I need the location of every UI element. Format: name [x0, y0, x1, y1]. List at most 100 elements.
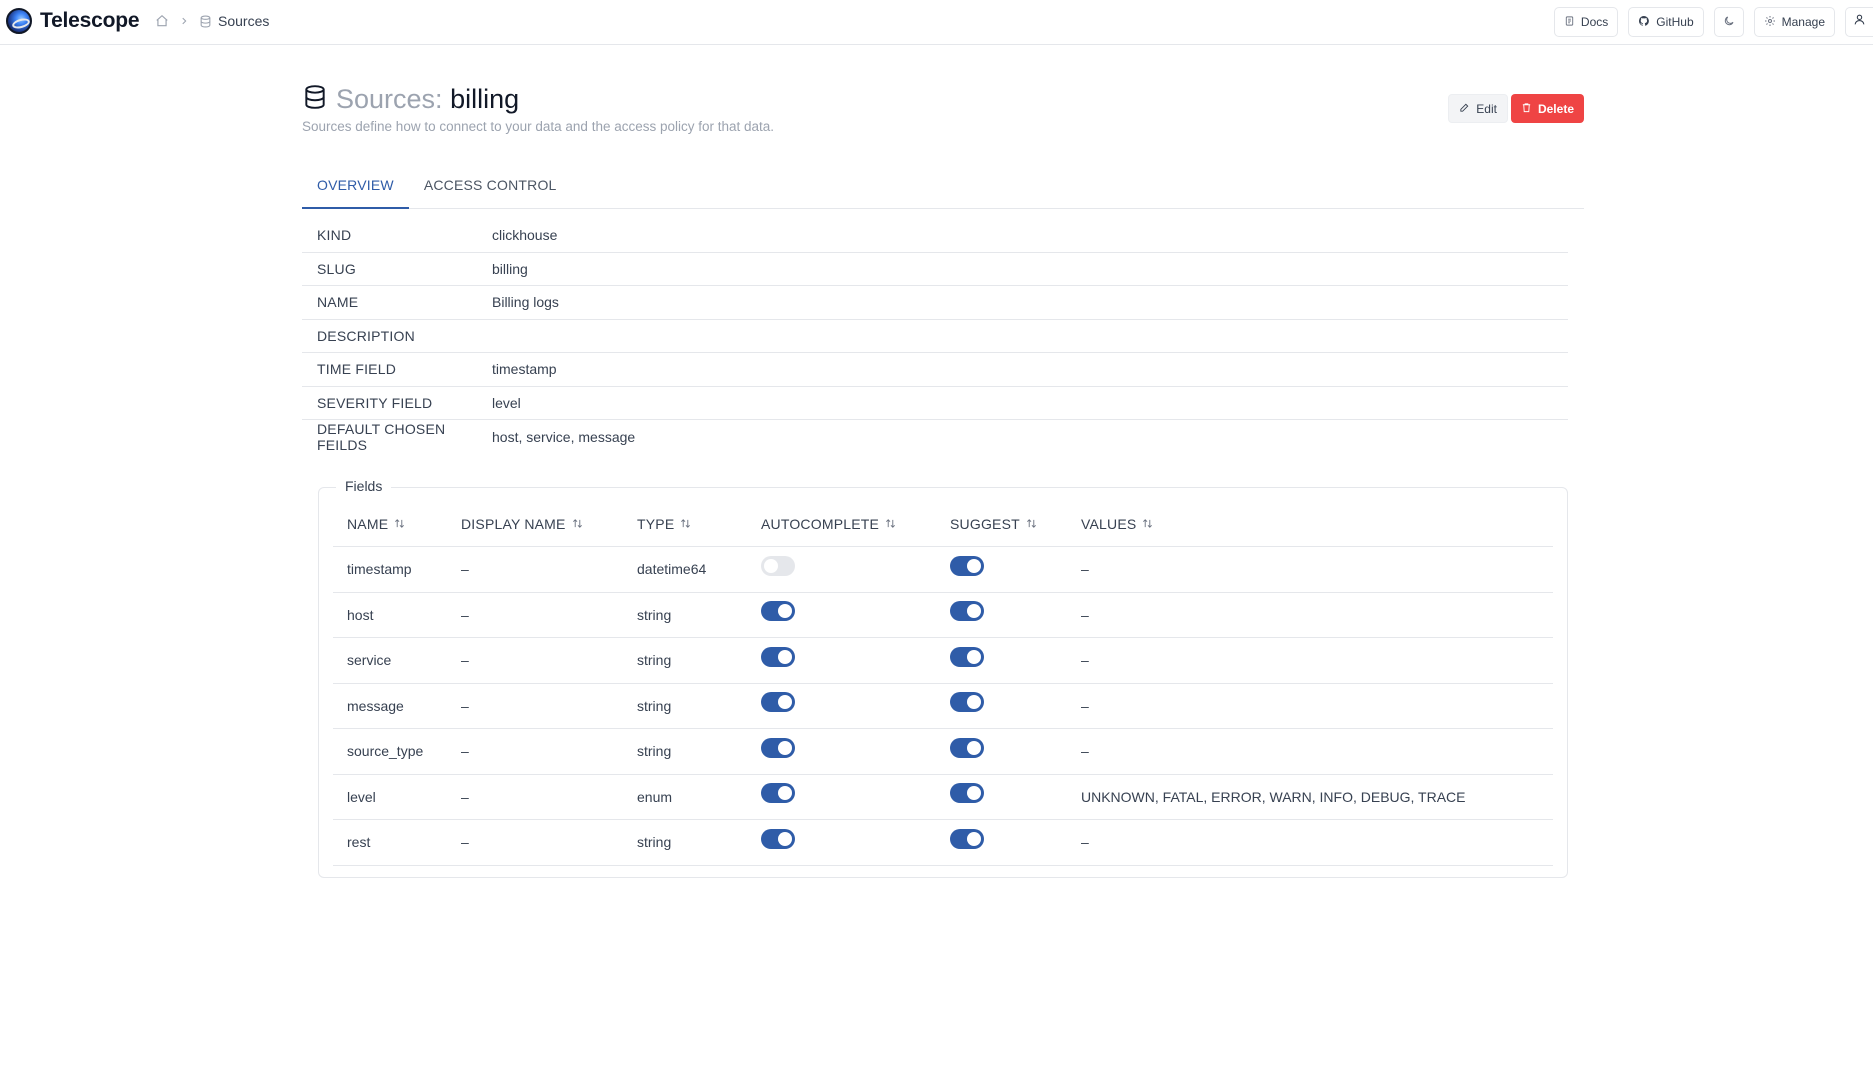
column-header-label: NAME [347, 516, 389, 532]
column-header-type[interactable]: TYPE [637, 516, 761, 532]
table-header-row: NAME DISPLAY NAME TYPE AUTOCOMPLETE SUGG… [333, 502, 1553, 547]
docs-label: Docs [1580, 15, 1609, 29]
field-values: – [1081, 697, 1089, 714]
top-actions: Docs GitHub Manage [1553, 7, 1873, 37]
field-display-name: – [461, 834, 469, 851]
column-header-name[interactable]: NAME [333, 516, 461, 532]
detail-row-description: DESCRIPTION [302, 320, 1568, 353]
field-display-name: – [461, 606, 469, 623]
suggest-cell [950, 646, 1081, 670]
field-name: source_type [347, 743, 424, 760]
delete-button[interactable]: Delete [1510, 94, 1584, 123]
field-name: service [347, 652, 392, 669]
autocomplete-toggle[interactable] [761, 646, 795, 667]
autocomplete-cell [761, 783, 950, 806]
brand[interactable]: Telescope [6, 8, 140, 34]
sort-icon [885, 516, 896, 532]
source-details: KIND clickhouse SLUG billing NAME Billin… [302, 219, 1568, 454]
suggest-toggle[interactable] [950, 646, 984, 667]
field-values: – [1081, 834, 1089, 851]
toggle-knob [967, 695, 981, 710]
page-title-prefix: Sources: [336, 84, 443, 114]
column-header-values[interactable]: VALUES [1081, 516, 1553, 532]
top-navbar: Telescope Sources Docs GitHub Manage [0, 0, 1873, 45]
breadcrumb-sources[interactable]: Sources [199, 13, 269, 29]
manage-button[interactable]: Manage [1753, 7, 1835, 37]
field-values: UNKNOWN, FATAL, ERROR, WARN, INFO, DEBUG… [1081, 788, 1466, 805]
autocomplete-toggle[interactable] [761, 555, 795, 576]
user-menu-button[interactable] [1845, 7, 1873, 37]
autocomplete-cell [761, 737, 950, 761]
toggle-knob [967, 831, 981, 846]
field-type: string [637, 834, 672, 851]
app-name: Telescope [40, 9, 140, 32]
suggest-cell [950, 828, 1081, 852]
autocomplete-toggle[interactable] [761, 692, 795, 713]
column-header-display-name[interactable]: DISPLAY NAME [461, 516, 637, 532]
detail-value: clickhouse [492, 227, 558, 244]
edit-button[interactable]: Edit [1448, 94, 1508, 123]
toggle-knob [778, 695, 792, 710]
document-icon [1564, 15, 1575, 30]
table-body: timestamp – datetime64– host – string – service… [333, 547, 1553, 866]
toggle-knob [967, 604, 981, 619]
tab-overview[interactable]: OVERVIEW [302, 168, 409, 209]
toggle-knob [967, 740, 981, 755]
field-values: – [1081, 606, 1089, 623]
detail-value: billing [492, 260, 528, 277]
tab-bar: OVERVIEW ACCESS CONTROL [302, 168, 1584, 209]
autocomplete-cell [761, 692, 950, 715]
home-icon[interactable] [155, 14, 169, 28]
moon-icon [1723, 15, 1735, 30]
telescope-logo-icon [6, 8, 32, 34]
sort-icon [572, 516, 583, 532]
sort-icon [394, 516, 405, 532]
suggest-cell [950, 555, 1081, 579]
suggest-cell [950, 601, 1081, 624]
autocomplete-cell [761, 646, 950, 670]
suggest-toggle[interactable] [950, 783, 984, 804]
column-header-suggest[interactable]: SUGGEST [950, 516, 1081, 532]
autocomplete-cell [761, 555, 950, 579]
field-type: string [637, 743, 672, 760]
toggle-knob [778, 604, 792, 619]
toggle-knob [967, 786, 981, 801]
toggle-knob [778, 740, 792, 755]
delete-label: Delete [1537, 101, 1574, 116]
detail-row-slug: SLUG billing [302, 253, 1568, 286]
field-type: string [637, 606, 672, 623]
toggle-knob [967, 558, 981, 573]
toggle-knob [764, 558, 778, 573]
field-type: string [637, 652, 672, 669]
suggest-toggle[interactable] [950, 692, 984, 713]
tab-access-control[interactable]: ACCESS CONTROL [409, 168, 572, 209]
field-name: level [347, 788, 376, 805]
field-name: message [347, 697, 404, 714]
toggle-knob [778, 786, 792, 801]
suggest-toggle[interactable] [950, 737, 984, 758]
autocomplete-toggle[interactable] [761, 783, 795, 804]
database-icon [199, 15, 212, 28]
detail-value: Billing logs [492, 294, 559, 311]
field-name: rest [347, 834, 371, 851]
table-row: service – string – [333, 638, 1553, 684]
autocomplete-toggle[interactable] [761, 737, 795, 758]
suggest-toggle[interactable] [950, 555, 984, 576]
autocomplete-toggle[interactable] [761, 601, 795, 622]
table-row: level – enum UNKNOWN, FATAL, ERROR, WARN, I… [333, 775, 1553, 820]
suggest-toggle[interactable] [950, 601, 984, 622]
field-display-name: – [461, 743, 469, 760]
suggest-toggle[interactable] [950, 828, 984, 849]
docs-button[interactable]: Docs [1553, 7, 1619, 37]
autocomplete-toggle[interactable] [761, 828, 795, 849]
table-row: timestamp – datetime64 – [333, 547, 1553, 593]
table-row: message – string – [333, 684, 1553, 729]
theme-toggle-button[interactable] [1713, 7, 1744, 37]
column-header-autocomplete[interactable]: AUTOCOMPLETE [761, 516, 950, 532]
detail-label: DESCRIPTION [317, 327, 415, 344]
field-display-name: – [461, 652, 469, 669]
page-subtitle: Sources define how to connect to your da… [302, 119, 775, 134]
github-button[interactable]: GitHub [1628, 7, 1704, 37]
field-name: timestamp [347, 561, 412, 578]
manage-label: Manage [1781, 15, 1825, 29]
